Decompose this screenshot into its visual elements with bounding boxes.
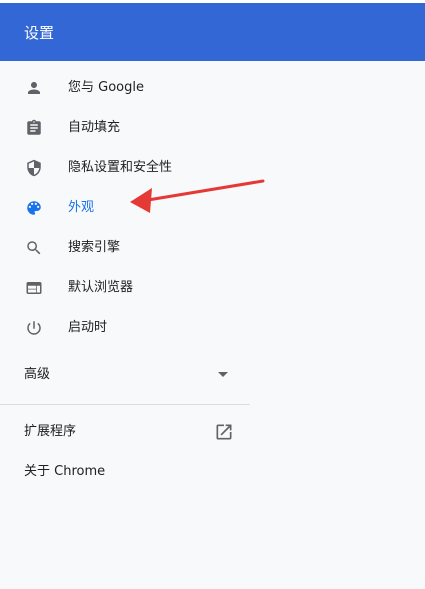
sidebar-item-search-engine[interactable]: 搜索引擎 [0,228,250,268]
open-in-new-icon [214,422,234,442]
sidebar-item-default-browser[interactable]: 默认浏览器 [0,268,250,308]
sidebar-item-label: 搜索引擎 [68,240,121,255]
sidebar-item-label: 外观 [68,200,95,215]
page-title: 设置 [24,24,55,42]
sidebar-item-label: 隐私设置和安全性 [68,160,173,175]
power-icon [24,318,44,338]
settings-header: 设置 [0,3,425,61]
extensions-label: 扩展程序 [24,424,77,439]
shield-icon [24,158,44,178]
sidebar-item-label: 启动时 [68,320,108,335]
caret-down-icon [218,372,228,377]
sidebar-item-you-and-google[interactable]: 您与 Google [0,68,250,108]
about-chrome-label: 关于 Chrome [24,464,106,479]
sidebar-item-label: 默认浏览器 [68,280,134,295]
extensions-link[interactable]: 扩展程序 [0,412,250,452]
browser-icon [24,278,44,298]
about-chrome-link[interactable]: 关于 Chrome [0,452,250,492]
sidebar-item-on-startup[interactable]: 启动时 [0,308,250,348]
sidebar-item-privacy[interactable]: 隐私设置和安全性 [0,148,250,188]
sidebar-item-autofill[interactable]: 自动填充 [0,108,250,148]
divider [0,404,250,405]
advanced-label: 高级 [24,367,51,382]
advanced-toggle[interactable]: 高级 [0,355,250,395]
person-icon [24,78,44,98]
clipboard-icon [24,118,44,138]
settings-nav: 您与 Google 自动填充 隐私设置和安全性 外观 搜索引擎 默认浏览器 启动… [0,68,250,348]
sidebar-item-label: 自动填充 [68,120,121,135]
search-icon [24,238,44,258]
sidebar-item-label: 您与 Google [68,80,144,95]
palette-icon [24,198,44,218]
sidebar-item-appearance[interactable]: 外观 [0,188,250,228]
